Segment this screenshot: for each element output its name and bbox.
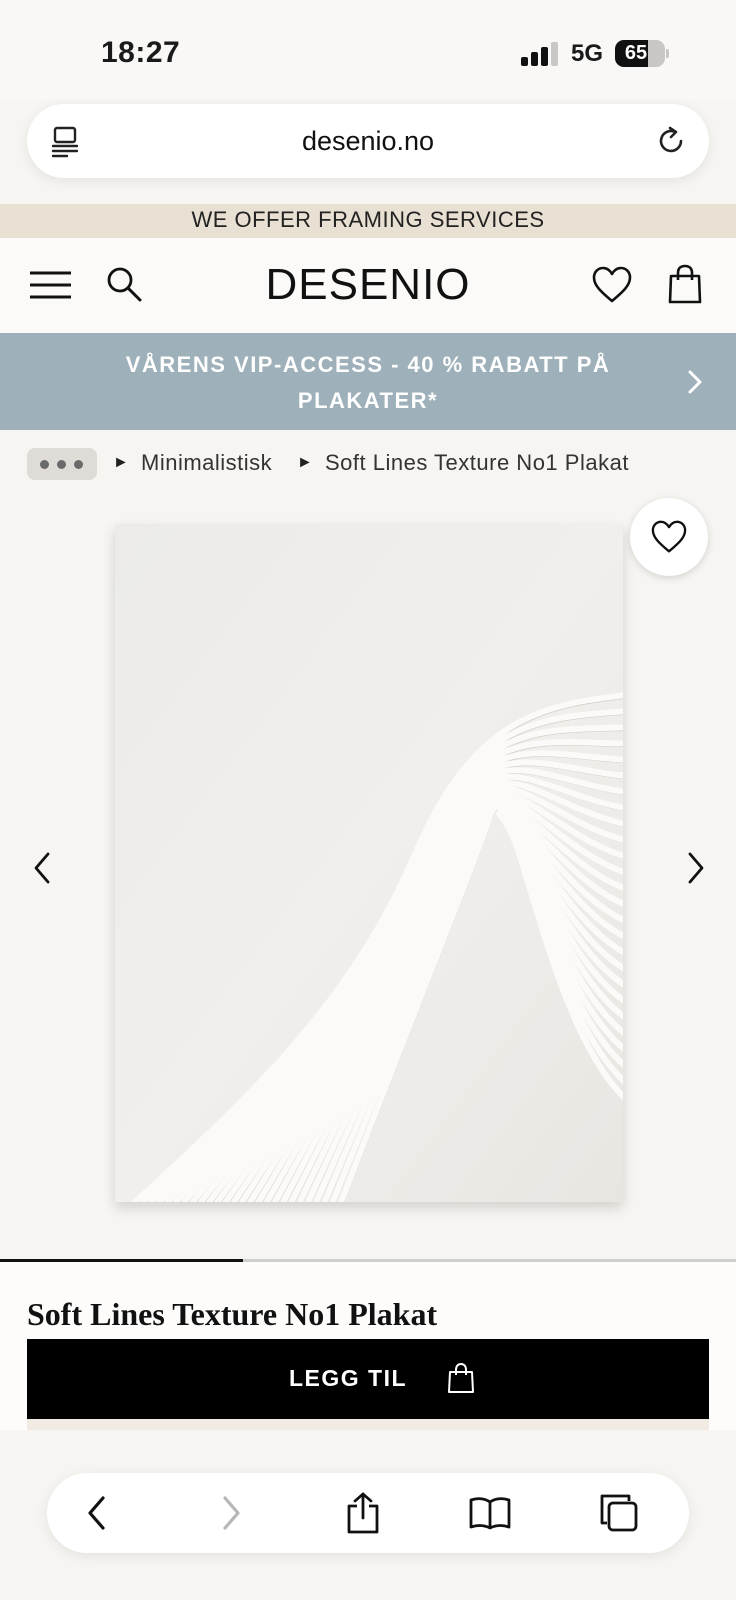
battery-icon: 65 bbox=[615, 40, 665, 67]
favorite-button[interactable] bbox=[630, 498, 708, 576]
product-artwork bbox=[115, 524, 623, 1202]
url-text[interactable]: desenio.no bbox=[27, 126, 709, 157]
battery-level: 65 bbox=[624, 42, 648, 64]
chevron-right-icon bbox=[688, 370, 702, 394]
add-to-cart-label: LEGG TIL bbox=[289, 1365, 408, 1391]
network-type: 5G bbox=[571, 40, 604, 67]
breadcrumb: ► Minimalistisk ► Soft Lines Texture No1… bbox=[27, 446, 727, 482]
product-gallery[interactable] bbox=[0, 498, 736, 1250]
section-divider bbox=[27, 1419, 709, 1430]
status-time: 18:27 bbox=[101, 36, 181, 69]
heart-icon[interactable] bbox=[592, 266, 632, 304]
breadcrumb-item-current: Soft Lines Texture No1 Plakat bbox=[325, 450, 629, 475]
breadcrumb-separator: ► bbox=[113, 454, 129, 471]
promo-text: VÅRENS VIP-ACCESS - 40 % RABATT PÅ PLAKA… bbox=[125, 352, 611, 413]
promo-banner[interactable]: VÅRENS VIP-ACCESS - 40 % RABATT PÅ PLAKA… bbox=[0, 333, 736, 430]
browser-bottom-area bbox=[0, 1430, 736, 1600]
tabs-icon[interactable] bbox=[597, 1491, 641, 1535]
product-info: Soft Lines Texture No1 Plakat LEGG TIL bbox=[0, 1262, 736, 1430]
battery-cap bbox=[666, 49, 669, 58]
breadcrumb-item[interactable]: Minimalistisk bbox=[141, 450, 272, 476]
back-arrow-icon[interactable] bbox=[75, 1491, 119, 1535]
previous-image-button[interactable] bbox=[30, 850, 54, 886]
add-to-cart-button[interactable]: LEGG TIL bbox=[27, 1339, 709, 1419]
status-bar: 18:27 5G 65 bbox=[0, 0, 736, 100]
next-image-button[interactable] bbox=[684, 850, 708, 886]
framing-banner-text: WE OFFER FRAMING SERVICES bbox=[191, 207, 545, 232]
breadcrumb-separator: ► bbox=[297, 454, 313, 471]
framing-banner[interactable]: WE OFFER FRAMING SERVICES bbox=[0, 204, 736, 238]
cellular-signal-icon bbox=[521, 42, 559, 66]
share-icon[interactable] bbox=[341, 1491, 385, 1535]
product-image[interactable] bbox=[115, 524, 623, 1202]
product-title: Soft Lines Texture No1 Plakat bbox=[27, 1296, 438, 1332]
reload-icon[interactable] bbox=[655, 125, 687, 157]
address-bar[interactable]: desenio.no bbox=[27, 104, 709, 178]
heart-icon bbox=[651, 520, 687, 553]
shopping-bag-icon bbox=[448, 1363, 474, 1393]
browser-toolbar bbox=[47, 1473, 689, 1553]
bookmarks-icon[interactable] bbox=[468, 1491, 512, 1535]
forward-arrow-icon[interactable] bbox=[209, 1491, 253, 1535]
breadcrumb-more-button[interactable] bbox=[27, 448, 97, 480]
site-header: DESENIO bbox=[0, 238, 736, 334]
shopping-bag-icon[interactable] bbox=[668, 264, 702, 304]
